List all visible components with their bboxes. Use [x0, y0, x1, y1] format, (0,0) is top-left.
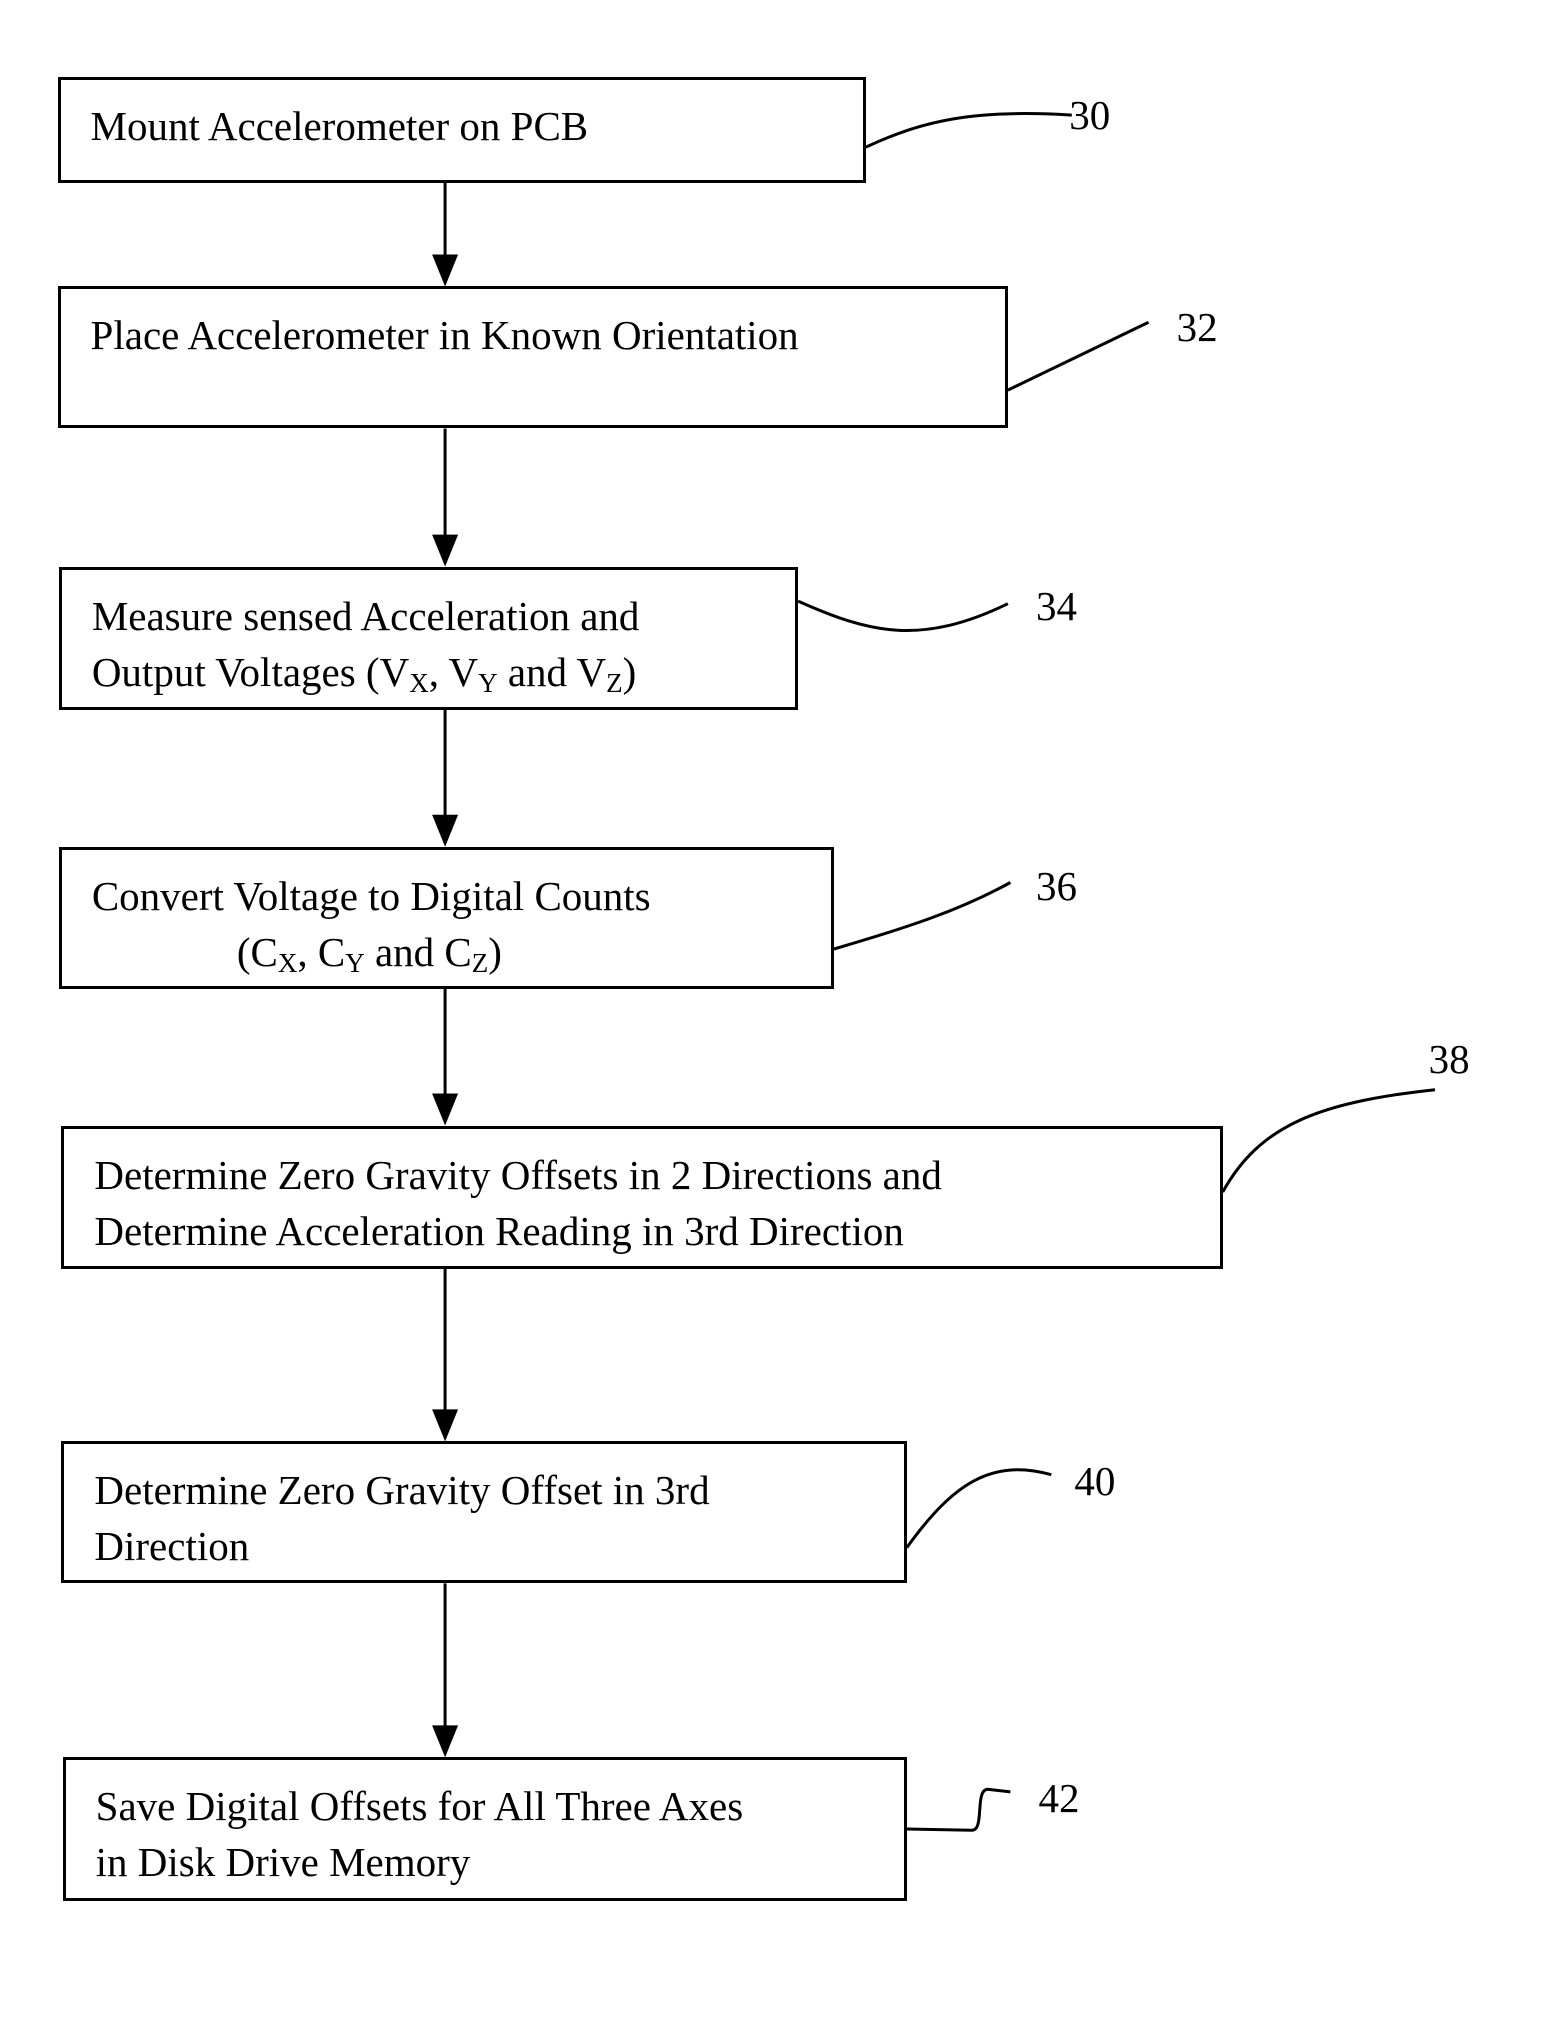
text-run: , C	[297, 928, 346, 975]
text-run: )	[488, 928, 502, 975]
step-text-line: Determine Zero Gravity Offset in 3rd	[94, 1462, 903, 1518]
reference-numeral: 42	[1038, 1774, 1080, 1821]
arrow-head-icon	[432, 1725, 459, 1758]
leader-line	[905, 1468, 1052, 1549]
leader-line	[1221, 1088, 1436, 1193]
subscript: Z	[606, 667, 623, 698]
text-run: , V	[428, 648, 479, 695]
text-run: and C	[364, 928, 472, 975]
leader-line	[833, 881, 1012, 951]
flow-arrow	[432, 709, 459, 847]
reference-numeral: 36	[1035, 862, 1077, 909]
text-run: )	[622, 648, 637, 695]
flow-arrow	[432, 428, 459, 567]
text-run: Direction	[94, 1523, 250, 1570]
text-run: Mount Accelerometer on PCB	[90, 102, 589, 149]
flow-arrow	[432, 182, 459, 287]
flow-arrow	[432, 1583, 459, 1758]
text-run: Output Voltages (V	[91, 648, 410, 695]
subscript: X	[277, 947, 298, 978]
text-run: Determine Acceleration Reading in 3rd Di…	[94, 1207, 904, 1254]
text-run: Place Accelerometer in Known Orientation	[90, 312, 799, 359]
arrow-head-icon	[432, 254, 459, 287]
arrow-head-icon	[432, 1409, 459, 1442]
subscript: X	[409, 667, 429, 698]
step-text-line: Save Digital Offsets for All Three Axes	[96, 1778, 904, 1834]
subscript: Y	[345, 947, 365, 978]
step-box-determine-offsets-2-directions: Determine Zero Gravity Offsets in 2 Dire…	[61, 1125, 1223, 1269]
leader-line	[906, 1787, 1011, 1832]
step-text-line: Determine Zero Gravity Offsets in 2 Dire…	[94, 1147, 1219, 1203]
step-box-measure-voltages: Measure sensed Acceleration and Output Vo…	[58, 566, 799, 710]
arrow-head-icon	[432, 534, 459, 567]
leader-line	[1007, 320, 1150, 392]
step-text-line: in Disk Drive Memory	[96, 1834, 904, 1890]
step-text-line: Measure sensed Acceleration and	[92, 588, 795, 644]
text-run: (C	[236, 928, 278, 975]
text-run: Determine Zero Gravity Offset in 3rd	[94, 1467, 710, 1514]
reference-numeral: 32	[1176, 303, 1218, 350]
flow-arrow	[432, 988, 459, 1126]
step-text-line: Output Voltages (VX, VY and VZ)	[92, 644, 795, 700]
reference-numeral: 30	[1069, 91, 1111, 138]
step-box-determine-offset-3rd-direction: Determine Zero Gravity Offset in 3rd Dire…	[61, 1441, 907, 1584]
step-text-line: Place Accelerometer in Known Orientation	[91, 307, 1005, 363]
step-text-line: (CX, CY and CZ)	[92, 924, 831, 980]
subscript: Y	[478, 667, 498, 698]
flowchart: Mount Accelerometer on PCB Place Acceler…	[0, 0, 1558, 2026]
step-text-line: Determine Acceleration Reading in 3rd Di…	[94, 1203, 1219, 1259]
flow-arrow	[432, 1268, 459, 1442]
step-box-mount-accelerometer: Mount Accelerometer on PCB	[57, 76, 866, 183]
arrow-head-icon	[432, 814, 459, 847]
text-run: Save Digital Offsets for All Three Axes	[95, 1783, 744, 1830]
step-box-save-offsets: Save Digital Offsets for All Three Axes i…	[62, 1757, 907, 1901]
step-text-line: Convert Voltage to Digital Counts	[92, 868, 831, 924]
step-box-place-orientation: Place Accelerometer in Known Orientation	[57, 286, 1008, 429]
text-run: Convert Voltage to Digital Counts	[91, 872, 651, 919]
subscript: Z	[471, 947, 489, 978]
reference-numeral: 38	[1428, 1035, 1470, 1082]
step-text-line: Mount Accelerometer on PCB	[91, 98, 863, 154]
leader-line	[797, 599, 1009, 633]
text-run: and V	[497, 648, 607, 695]
reference-numeral: 40	[1074, 1457, 1116, 1504]
leader-line	[865, 112, 1072, 149]
step-text-line: Direction	[94, 1518, 903, 1574]
text-run: in Disk Drive Memory	[95, 1839, 471, 1886]
arrow-head-icon	[432, 1093, 459, 1126]
reference-numeral: 34	[1035, 582, 1077, 629]
text-run: Measure sensed Acceleration and	[91, 592, 640, 639]
step-box-convert-counts: Convert Voltage to Digital Counts (CX, CY…	[58, 846, 834, 989]
text-run: Determine Zero Gravity Offsets in 2 Dire…	[94, 1151, 942, 1198]
